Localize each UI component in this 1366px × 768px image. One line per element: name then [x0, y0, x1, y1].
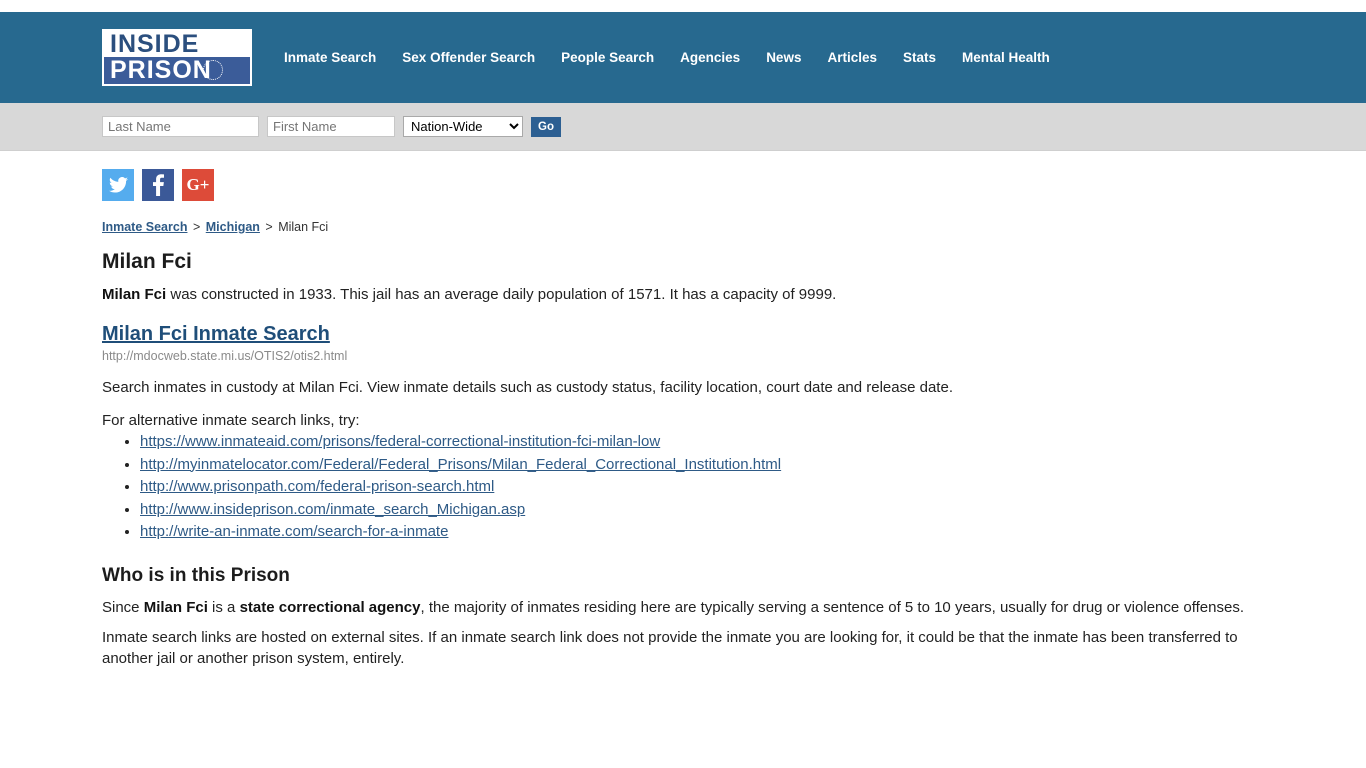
google-plus-icon[interactable]: G+ — [182, 169, 214, 201]
nav-item-news[interactable]: News — [766, 50, 801, 65]
inmate-search-bar: Nation-Wide Go — [0, 103, 1366, 151]
facility-name-bold: Milan Fci — [102, 286, 167, 303]
nav-item-mental-health[interactable]: Mental Health — [962, 50, 1050, 65]
page-title: Milan Fci — [102, 250, 192, 273]
logo-text-prison-label: PRISON — [110, 56, 212, 84]
who-p1-part-a: Since — [102, 598, 144, 616]
list-item: http://myinmatelocator.com/Federal/Feder… — [140, 454, 1264, 477]
who-p1-facility: Milan Fci — [143, 598, 208, 616]
facility-intro-paragraph: Milan Fci was constructed in 1933. This … — [102, 284, 1264, 305]
breadcrumb-separator-2: > — [265, 220, 273, 234]
page-content: G+ Inmate Search > Michigan > Milan Fci … — [0, 151, 1366, 669]
breadcrumb-link-inmate-search[interactable]: Inmate Search — [102, 220, 187, 234]
inmate-search-link[interactable]: Milan Fci Inmate Search — [102, 323, 330, 345]
first-name-input[interactable] — [267, 116, 395, 137]
site-logo[interactable]: INSIDE PRISON — [102, 29, 252, 86]
facility-intro-rest: was constructed in 1933. This jail has a… — [166, 286, 837, 303]
social-share-row: G+ — [102, 151, 1264, 211]
top-spacer — [0, 0, 1366, 12]
alt-link-prisonpath[interactable]: http://www.prisonpath.com/federal-prison… — [140, 478, 494, 495]
inmate-search-url: http://mdocweb.state.mi.us/OTIS2/otis2.h… — [102, 349, 348, 363]
inmate-search-heading: Milan Fci Inmate Search — [102, 323, 1264, 346]
facebook-icon[interactable] — [142, 169, 174, 201]
main-navigation: Inmate Search Sex Offender Search People… — [284, 50, 1050, 65]
logo-text-inside: INSIDE — [104, 31, 250, 57]
alternative-links-list: https://www.inmateaid.com/prisons/federa… — [102, 431, 1264, 544]
google-plus-glyph: G+ — [186, 175, 210, 194]
list-item: http://www.insideprison.com/inmate_searc… — [140, 499, 1264, 522]
nav-item-agencies[interactable]: Agencies — [680, 50, 740, 65]
twitter-icon[interactable] — [102, 169, 134, 201]
nav-item-inmate-search[interactable]: Inmate Search — [284, 50, 376, 65]
last-name-input[interactable] — [102, 116, 259, 137]
who-p1-agency-type: state correctional agency — [239, 598, 421, 616]
breadcrumb: Inmate Search > Michigan > Milan Fci — [102, 211, 1264, 236]
who-paragraph-2: Inmate search links are hosted on extern… — [102, 628, 1238, 667]
breadcrumb-current: Milan Fci — [278, 220, 329, 234]
alt-link-insideprison[interactable]: http://www.insideprison.com/inmate_searc… — [140, 501, 525, 518]
alternative-links-intro: For alternative inmate search links, try… — [102, 412, 360, 429]
alt-link-write-an-inmate[interactable]: http://write-an-inmate.com/search-for-a-… — [140, 523, 448, 540]
list-item: http://www.prisonpath.com/federal-prison… — [140, 476, 1264, 499]
nav-item-people-search[interactable]: People Search — [561, 50, 654, 65]
nav-item-sex-offender-search[interactable]: Sex Offender Search — [402, 50, 535, 65]
alt-link-myinmatelocator[interactable]: http://myinmatelocator.com/Federal/Feder… — [140, 456, 781, 473]
who-paragraph-1: Since Milan Fci is a state correctional … — [102, 597, 1264, 618]
breadcrumb-separator-1: > — [192, 220, 201, 234]
breadcrumb-link-michigan[interactable]: Michigan — [206, 220, 260, 234]
scope-select[interactable]: Nation-Wide — [403, 116, 523, 137]
list-item: https://www.inmateaid.com/prisons/federa… — [140, 431, 1264, 454]
site-header: INSIDE PRISON Inmate Search Sex Offender… — [0, 12, 1366, 103]
go-button[interactable]: Go — [531, 116, 561, 137]
logo-text-prison: PRISON — [104, 57, 250, 84]
who-is-in-this-prison-title: Who is in this Prison — [102, 564, 290, 586]
search-description: Search inmates in custody at Milan Fci. … — [102, 379, 953, 396]
nav-item-articles[interactable]: Articles — [827, 50, 877, 65]
who-p1-part-e: , the majority of inmates residing here … — [420, 598, 1244, 616]
prison-ring-icon — [203, 60, 223, 80]
who-p1-part-c: is a — [207, 598, 240, 616]
list-item: http://write-an-inmate.com/search-for-a-… — [140, 521, 1264, 544]
alt-link-inmateaid[interactable]: https://www.inmateaid.com/prisons/federa… — [140, 433, 660, 450]
nav-item-stats[interactable]: Stats — [903, 50, 936, 65]
